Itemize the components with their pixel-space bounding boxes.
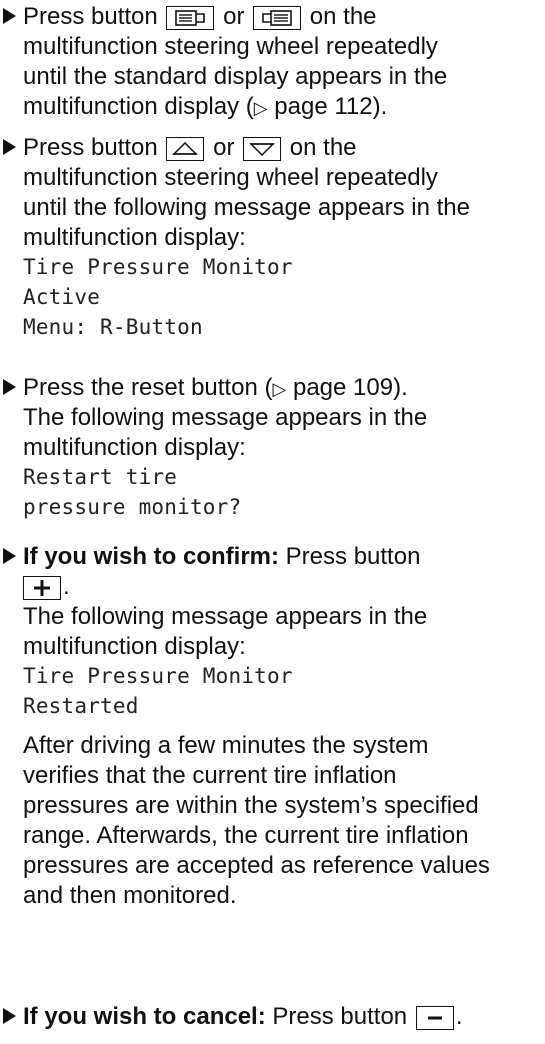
page-ref-icon: ▷ — [272, 379, 287, 399]
bullet-icon — [3, 548, 16, 564]
step-3-line-3: multifunction display: — [23, 434, 246, 461]
arrow-down-icon — [243, 137, 282, 161]
info-paragraph-line: pressures are accepted as reference valu… — [23, 852, 490, 879]
info-paragraph-line: After driving a few minutes the system — [23, 732, 429, 759]
display-message-line: Restart tire — [23, 465, 178, 489]
step-2-line-1: Press button or on the — [23, 134, 357, 161]
step-1-line-2: multifunction steering wheel repeatedly — [23, 33, 438, 60]
menu-forward-icon — [253, 6, 302, 30]
display-message-line: Restarted — [23, 694, 139, 718]
info-paragraph-line: verifies that the current tire inflation — [23, 762, 397, 789]
cancel-heading: If you wish to cancel: — [23, 1003, 266, 1030]
page-ref-icon: ▷ — [253, 98, 268, 118]
confirm-heading: If you wish to confirm: — [23, 543, 279, 570]
bullet-icon — [3, 8, 16, 24]
display-message-line: Menu: R-Button — [23, 315, 203, 339]
info-paragraph-line: pressures are within the system’s specif… — [23, 792, 479, 819]
minus-icon — [415, 1006, 454, 1030]
display-message-line: Tire Pressure Monitor — [23, 664, 293, 688]
step-1-line-1: Press button or on the — [23, 3, 377, 30]
display-message-line: Tire Pressure Monitor — [23, 255, 293, 279]
step-3-line-2: The following message appears in the — [23, 404, 428, 431]
step-3-line-1: Press the reset button (▷ page 109). — [23, 374, 408, 401]
step-2-line-3: until the following message appears in t… — [23, 194, 470, 221]
step-4-line-2: . — [23, 572, 70, 601]
instruction-page: Press button or on the multifunction ste… — [0, 0, 545, 1044]
step-4-line-1: If you wish to confirm: Press button — [23, 543, 421, 570]
display-message-line: pressure monitor? — [23, 495, 242, 519]
bullet-icon — [3, 1008, 16, 1024]
step-1-line-3: until the standard display appears in th… — [23, 63, 448, 90]
bullet-icon — [3, 379, 16, 395]
menu-back-icon — [166, 6, 215, 30]
info-paragraph-line: range. Afterwards, the current tire infl… — [23, 822, 469, 849]
plus-icon — [23, 576, 61, 600]
step-4-line-4: multifunction display: — [23, 633, 246, 660]
info-paragraph-line: and then monitored. — [23, 882, 237, 909]
step-2-line-4: multifunction display: — [23, 224, 246, 251]
display-message-line: Active — [23, 285, 101, 309]
step-2-line-2: multifunction steering wheel repeatedly — [23, 164, 438, 191]
arrow-up-icon — [166, 137, 205, 161]
step-1-line-4: multifunction display (▷ page 112). — [23, 93, 388, 120]
step-5-line-1: If you wish to cancel: Press button . — [23, 1003, 463, 1030]
bullet-icon — [3, 139, 16, 155]
step-4-line-3: The following message appears in the — [23, 603, 428, 630]
